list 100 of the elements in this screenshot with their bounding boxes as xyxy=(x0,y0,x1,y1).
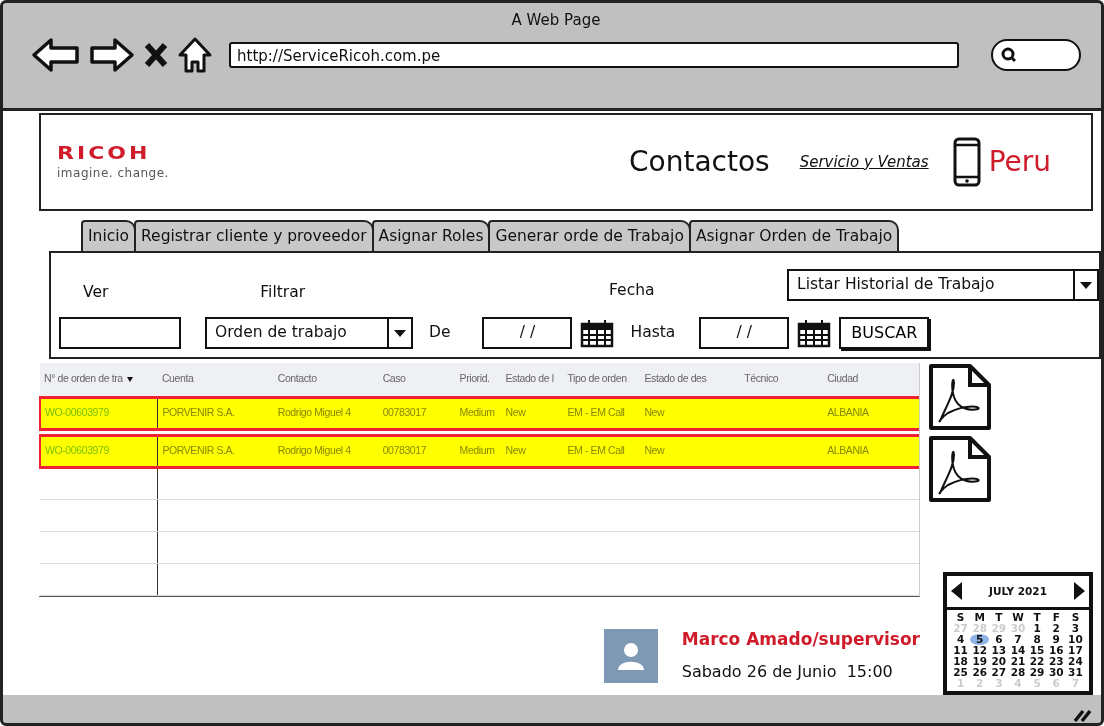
table-cell: New xyxy=(501,435,564,467)
table-cell: New xyxy=(501,397,564,429)
country-label: Peru xyxy=(988,144,1051,180)
table-cell: ALBANIA xyxy=(823,397,919,429)
user-icon xyxy=(615,640,646,671)
table-cell: Rodrigo Miguel 4 xyxy=(273,397,379,429)
calendar-day[interactable]: 17 xyxy=(1065,644,1085,656)
search-field[interactable] xyxy=(991,38,1081,71)
field-label: Filtrar xyxy=(260,282,306,304)
logo: RICOH xyxy=(57,144,152,162)
calendar-day[interactable]: 14 xyxy=(1008,644,1028,656)
calendar-icon[interactable] xyxy=(580,318,615,348)
forward-icon[interactable] xyxy=(89,36,135,73)
table-cell: PORVENIR S.A. xyxy=(157,397,274,429)
back-icon[interactable] xyxy=(31,36,81,73)
field-label: De xyxy=(429,322,451,344)
dropdown[interactable]: Orden de trabajo xyxy=(205,317,413,349)
sort-icon[interactable] xyxy=(126,377,133,383)
date-time: Sabado 26 de Junio 15:00 xyxy=(681,661,894,684)
previous-month-icon[interactable] xyxy=(951,582,962,601)
nav-tab[interactable]: Inicio xyxy=(81,219,136,251)
calendar-day[interactable]: 9 xyxy=(1046,633,1066,645)
table-cell: WO-00603979 xyxy=(40,435,158,467)
calendar-day[interactable]: 15 xyxy=(1027,644,1047,656)
calendar-month: JULY 2021 xyxy=(989,585,1047,597)
weekday-label: T xyxy=(994,611,1004,623)
table-cell: 00783017 xyxy=(378,435,456,467)
calendar-day[interactable]: 28 xyxy=(1008,666,1028,678)
table-cell: WO-00603979 xyxy=(40,397,158,429)
column-header: Contacto xyxy=(273,363,379,397)
table-cell: PORVENIR S.A. xyxy=(157,435,274,467)
date-field[interactable]: / / xyxy=(699,317,790,349)
caret-icon xyxy=(1080,281,1092,289)
column-header: Caso xyxy=(378,363,456,397)
calendar-day[interactable]: 27 xyxy=(989,666,1009,678)
calendar-day[interactable]: 10 xyxy=(1065,633,1085,645)
nav-tab[interactable]: Generar orde de Trabajo xyxy=(488,219,691,251)
calendar-day[interactable]: 19 xyxy=(970,655,990,667)
calendar-day[interactable]: 31 xyxy=(1065,666,1085,678)
calendar-day[interactable]: 2 xyxy=(1046,622,1066,634)
field-label: Ver xyxy=(83,282,109,304)
table-cell: New xyxy=(640,435,741,467)
home-icon[interactable] xyxy=(177,35,213,74)
calendar-day[interactable]: 18 xyxy=(951,655,971,667)
calendar-day[interactable]: 20 xyxy=(989,655,1009,667)
column-header: Tipo de orden xyxy=(563,363,641,397)
column-header: Técnico xyxy=(740,363,824,397)
weekday-label: S xyxy=(1070,611,1081,623)
dropdown[interactable]: Listar Historial de Trabajo xyxy=(787,269,1099,301)
column-header: Estado de des xyxy=(640,363,741,397)
table-cell: EM - EM Call xyxy=(563,435,641,467)
service-link[interactable]: Servicio y Ventas xyxy=(799,150,929,174)
text-field[interactable] xyxy=(59,317,181,349)
calendar-day[interactable]: 24 xyxy=(1065,655,1085,667)
page-title: Contactos xyxy=(629,144,770,180)
calendar-day[interactable]: 8 xyxy=(1027,633,1047,645)
pdf-icon[interactable] xyxy=(928,363,992,431)
calendar-day[interactable]: 26 xyxy=(970,666,990,678)
calendar-day[interactable]: 12 xyxy=(970,644,990,656)
table-cell: Medium xyxy=(455,397,502,429)
window-title: A Web Page xyxy=(510,10,602,31)
calendar-day[interactable]: 30 xyxy=(1046,666,1066,678)
table-cell: Rodrigo Miguel 4 xyxy=(273,435,379,467)
column-header: Cuenta xyxy=(157,363,274,397)
caret-icon xyxy=(394,329,406,337)
calendar-icon[interactable] xyxy=(797,318,832,348)
calendar-day[interactable]: 3 xyxy=(1065,622,1085,634)
calendar-day[interactable]: 16 xyxy=(1046,644,1066,656)
calendar-day[interactable]: 7 xyxy=(1008,633,1028,645)
calendar-day[interactable]: 21 xyxy=(1008,655,1028,667)
weekday-label: F xyxy=(1051,611,1061,623)
calendar-day[interactable]: 22 xyxy=(1027,655,1047,667)
calendar-day[interactable]: 1 xyxy=(1027,622,1047,634)
close-icon[interactable] xyxy=(143,40,169,69)
calendar-day[interactable]: 23 xyxy=(1046,655,1066,667)
column-header: Ciudad xyxy=(823,363,919,397)
nav-tab[interactable]: Asignar Roles xyxy=(371,219,491,251)
calendar-day[interactable]: 11 xyxy=(951,644,971,656)
url-field[interactable]: http://ServiceRicoh.com.pe xyxy=(229,41,959,68)
logo-tagline: imagine. change. xyxy=(57,165,169,182)
date-field[interactable]: / / xyxy=(482,317,573,349)
calendar-day[interactable]: 6 xyxy=(989,633,1009,645)
calendar-day[interactable]: 25 xyxy=(951,666,971,678)
table-cell: 00783017 xyxy=(378,397,456,429)
nav-tab[interactable]: Asignar Orden de Trabajo xyxy=(688,219,900,251)
user-name: Marco Amado/supervisor xyxy=(681,627,920,651)
calendar-day[interactable]: 4 xyxy=(951,633,971,645)
weekday-label: M xyxy=(973,611,986,623)
nav-tab[interactable]: Registrar cliente y proveedor xyxy=(134,219,374,251)
pdf-icon[interactable] xyxy=(928,435,992,503)
next-month-icon[interactable] xyxy=(1074,582,1085,601)
search-icon xyxy=(1001,46,1017,63)
column-header: Priorid. xyxy=(455,363,502,397)
search-button[interactable]: BUSCAR xyxy=(839,317,930,349)
calendar-day[interactable]: 5 xyxy=(970,633,990,645)
column-header: Estado de l xyxy=(501,363,564,397)
calendar-day[interactable]: 13 xyxy=(989,644,1009,656)
table-cell: New xyxy=(640,397,741,429)
calendar-day[interactable]: 29 xyxy=(1027,666,1047,678)
table-cell: EM - EM Call xyxy=(563,397,641,429)
